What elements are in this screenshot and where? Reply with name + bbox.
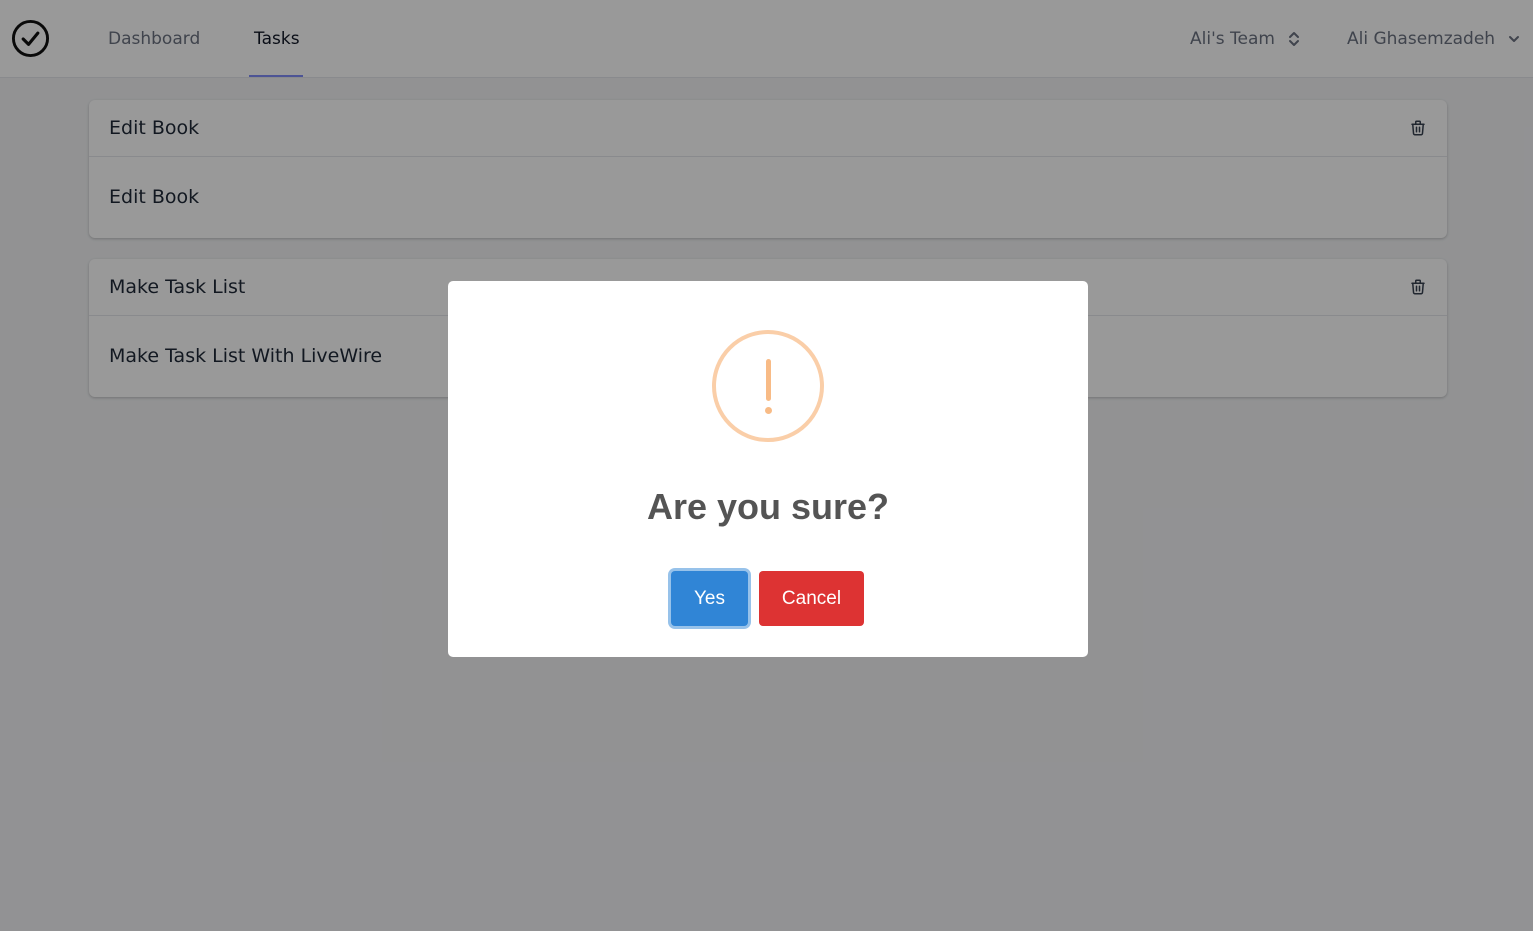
confirm-dialog: Are you sure? Yes Cancel	[448, 281, 1088, 657]
confirm-yes-button[interactable]: Yes	[671, 571, 748, 626]
cancel-button[interactable]: Cancel	[759, 571, 864, 626]
warning-icon-dot	[764, 407, 772, 414]
dialog-title: Are you sure?	[646, 486, 890, 527]
warning-icon	[712, 330, 824, 442]
warning-icon-bar	[765, 359, 771, 401]
